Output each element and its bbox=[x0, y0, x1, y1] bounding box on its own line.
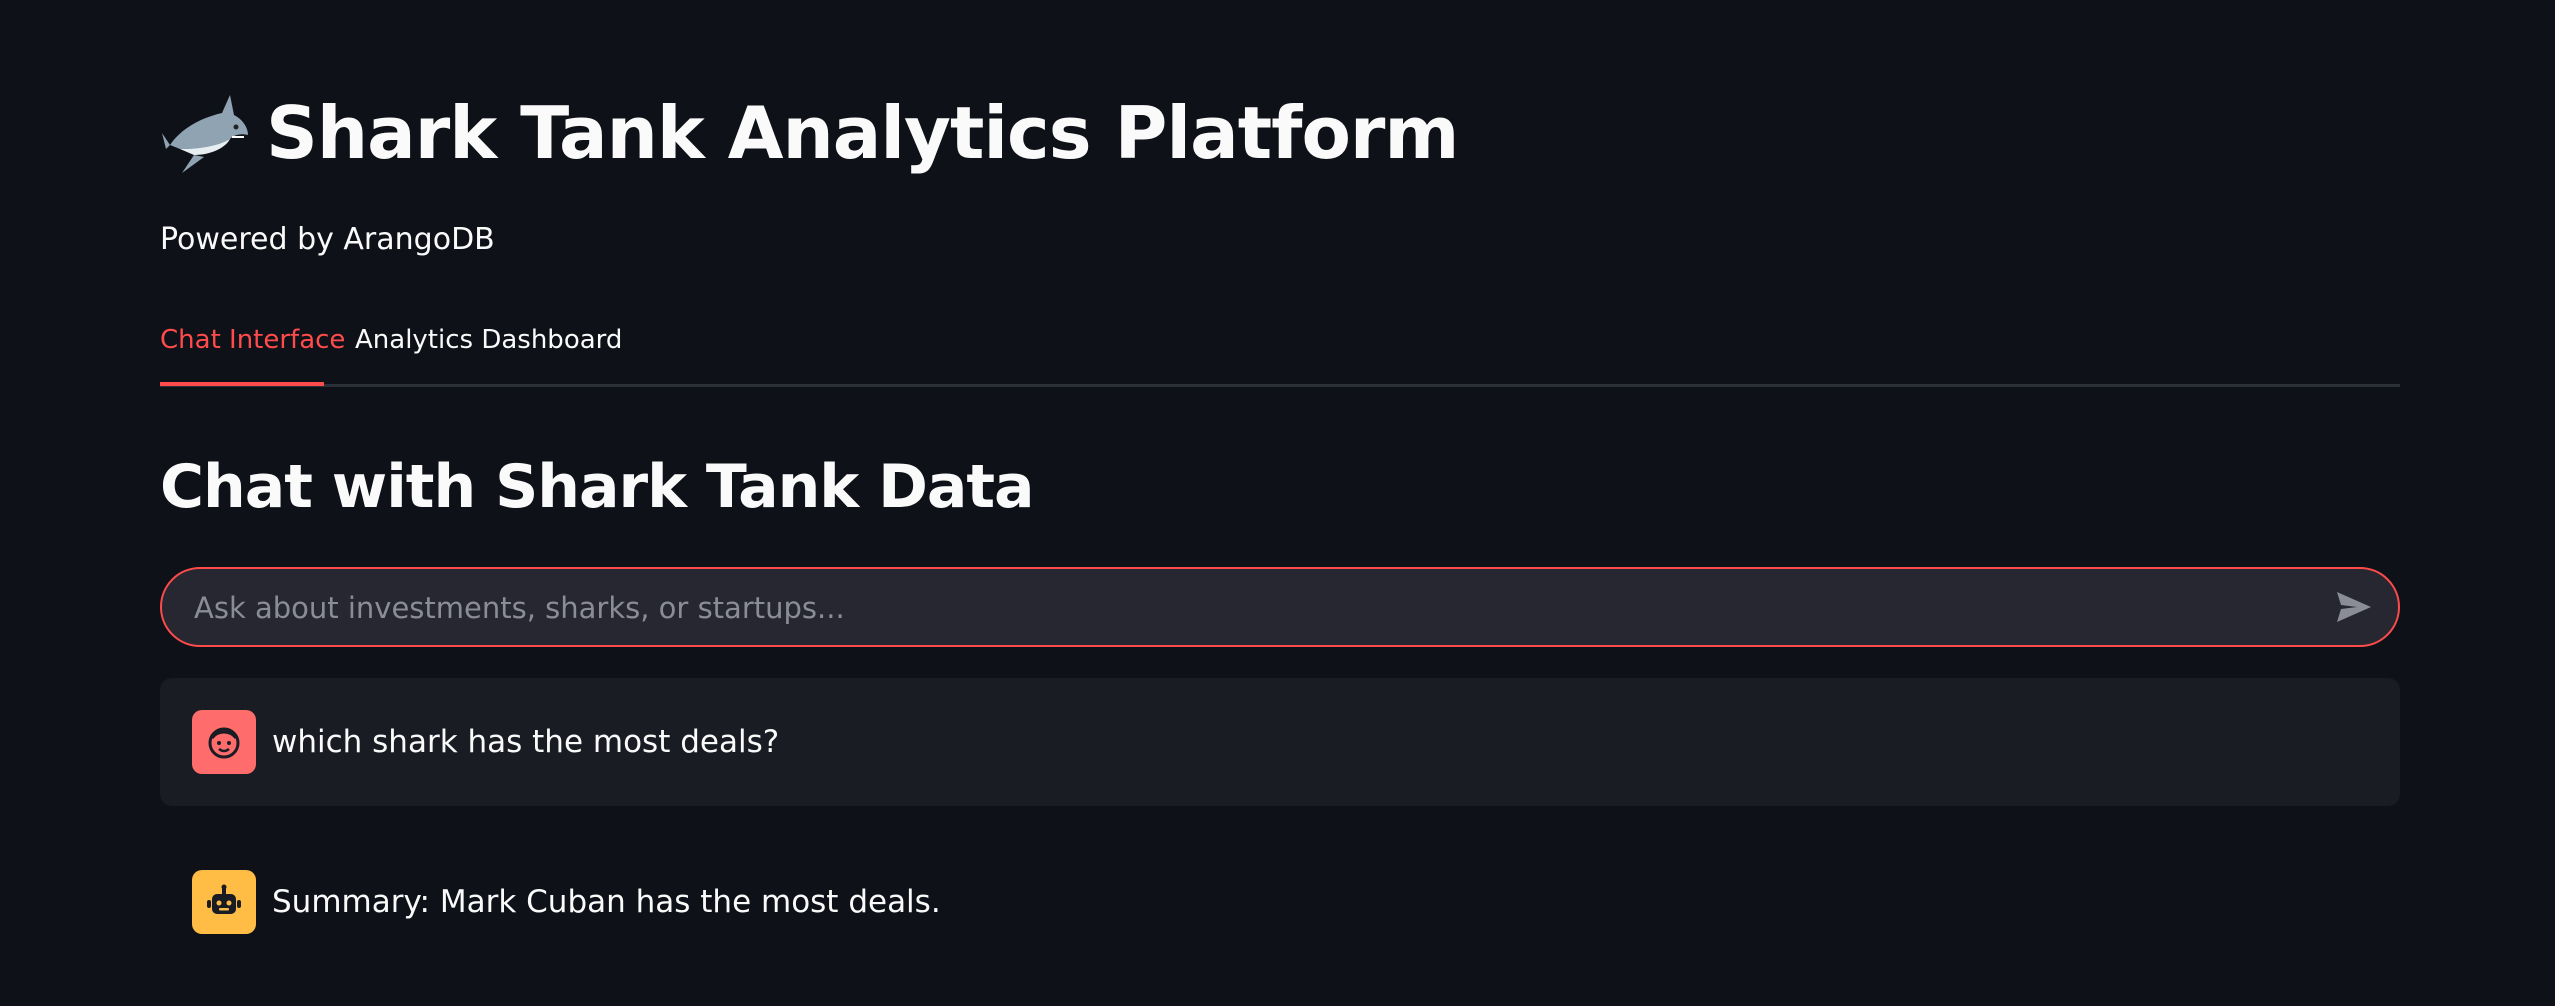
section-title: Chat with Shark Tank Data bbox=[160, 452, 1035, 522]
message-text: Summary: Mark Cuban has the most deals. bbox=[272, 884, 941, 920]
tab-chat-interface[interactable]: Chat Interface bbox=[160, 318, 345, 386]
user-avatar bbox=[192, 710, 256, 774]
assistant-avatar bbox=[192, 870, 256, 934]
tab-analytics-dashboard[interactable]: Analytics Dashboard bbox=[355, 318, 622, 382]
chat-message-assistant: Summary: Mark Cuban has the most deals. bbox=[160, 838, 2400, 966]
shark-icon bbox=[160, 87, 252, 179]
message-text: which shark has the most deals? bbox=[272, 724, 780, 760]
send-icon bbox=[2337, 592, 2371, 622]
chat-input[interactable] bbox=[192, 569, 2276, 647]
chat-input-container bbox=[160, 567, 2400, 647]
user-face-icon bbox=[208, 727, 240, 759]
chat-message-user: which shark has the most deals? bbox=[160, 678, 2400, 806]
page-subtitle: Powered by ArangoDB bbox=[160, 222, 495, 257]
main-content: Shark Tank Analytics Platform Powered by… bbox=[160, 0, 2400, 1006]
tab-bar: Chat Interface Analytics Dashboard bbox=[160, 318, 2400, 387]
robot-icon bbox=[207, 884, 241, 914]
page-title: Shark Tank Analytics Platform bbox=[266, 91, 1459, 175]
title-row: Shark Tank Analytics Platform bbox=[160, 78, 1459, 188]
send-button[interactable] bbox=[2332, 585, 2376, 629]
